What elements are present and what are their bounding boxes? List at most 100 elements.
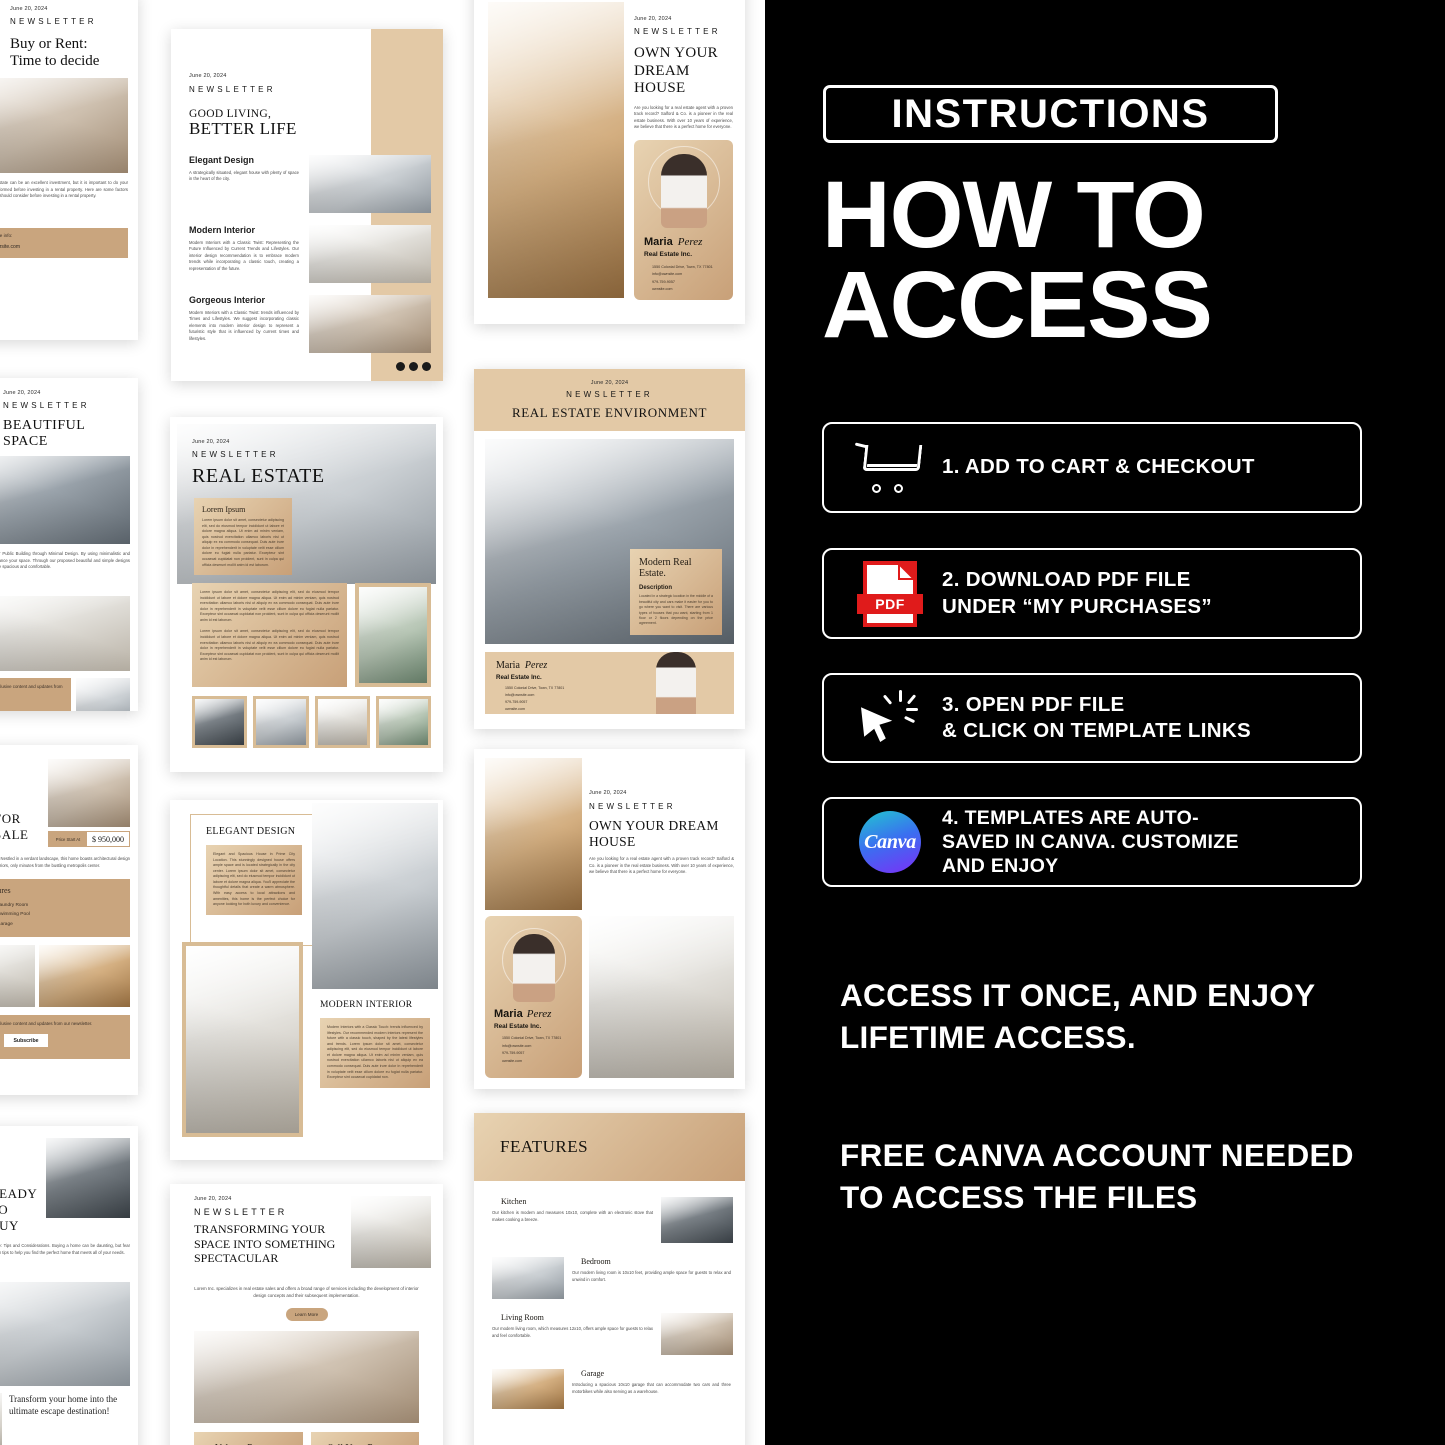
template-card-real-estate-lorem[interactable]: June 20, 2024 NEWSLETTER REAL ESTATE Lor… (170, 417, 443, 772)
card-title: REAL ESTATE (192, 465, 325, 487)
step-1-label: 1. ADD TO CART & CHECKOUT (942, 455, 1255, 479)
section-body: Modern Interiors with a Classic Twist: R… (189, 239, 299, 271)
heading-2: MODERN INTERIOR (320, 1000, 413, 1010)
agent-address: 1550 Colonial Drive, Town, TX 77801 (652, 264, 713, 269)
step-2-label-line-1: 2. DOWNLOAD PDF FILE (942, 568, 1191, 592)
agent-last-name: Perez (526, 1008, 552, 1020)
template-card-elegant-modern[interactable]: ELEGANT DESIGN Elegant and Spacious Hous… (170, 800, 443, 1160)
card-title-line1: Buy or Rent: (10, 36, 88, 52)
agent-website[interactable]: ownsite.com (644, 286, 713, 294)
template-card-transforming-space[interactable]: June 20, 2024 NEWSLETTER TRANSFORMING YO… (170, 1184, 443, 1445)
card-title: REAL ESTATE ENVIRONMENT (512, 404, 707, 420)
step-3-label: 3. OPEN PDF FILE & CLICK ON TEMPLATE LIN… (942, 692, 1251, 744)
card-photo-secondary (0, 1282, 130, 1386)
template-card-beautiful-space[interactable]: June 20, 2024 NEWSLETTER BEAUTIFUL SPACE… (0, 378, 138, 711)
step-4-label-line-3: AND ENJOY (942, 855, 1059, 878)
contact-label: Contact us for more info: (0, 232, 13, 238)
agent-first-name: Maria (644, 235, 673, 248)
step-3-open-pdf[interactable]: 3. OPEN PDF FILE & CLICK ON TEMPLATE LIN… (822, 673, 1362, 763)
contact-website[interactable]: yoursite.com (0, 263, 138, 268)
price-value: $ 950,000 (92, 834, 124, 844)
card-newsletter-label: NEWSLETTER (634, 27, 721, 36)
step-1-add-to-cart[interactable]: 1. ADD TO CART & CHECKOUT (822, 422, 1362, 513)
feature-desc: Our modern living room, which measures 1… (492, 1326, 653, 1338)
price-label: Price Start At (49, 832, 87, 846)
agent-phone[interactable]: 979-759-9057 (644, 279, 713, 287)
features-title: Property Features (0, 886, 11, 895)
card-body: Create a Beautiful Home or Public Buildi… (0, 551, 130, 569)
thumb-photo (314, 696, 370, 749)
template-card-features[interactable]: FEATURES Kitchen Our kitchen is modern a… (474, 1113, 745, 1445)
card-date: June 20, 2024 (634, 16, 672, 22)
card-photo (0, 456, 130, 544)
thumb-photo (192, 696, 248, 749)
card-photo (0, 78, 128, 174)
subscribe-button[interactable]: Subscribe (4, 1034, 48, 1048)
section-body: A strategically situated, elegant house … (189, 169, 299, 182)
agent-first-name: Maria (496, 660, 520, 671)
step-2-label-line-2: UNDER “MY PURCHASES” (942, 594, 1212, 618)
template-card-good-living[interactable]: June 20, 2024 NEWSLETTER GOOD LIVING, BE… (171, 29, 443, 381)
agent-email[interactable]: info@ownsite.com (502, 1043, 561, 1051)
template-gallery: June 20, 2024 NEWSLETTER Buy or Rent: Ti… (0, 0, 765, 1445)
facebook-icon[interactable] (396, 362, 405, 371)
card-photo-tertiary (39, 945, 130, 1007)
pdf-file-icon: PDF (838, 560, 942, 627)
step-3-label-line-2: & CLICK ON TEMPLATE LINKS (942, 719, 1251, 742)
subscribe-note: Subscribe to access exclusive content an… (0, 1021, 93, 1026)
card-body: Are you looking for a real estate agent … (589, 856, 734, 875)
card-newsletter-label: NEWSLETTER (194, 1207, 288, 1217)
template-card-real-estate-environment[interactable]: June 20, 2024 NEWSLETTER REAL ESTATE ENV… (474, 369, 745, 729)
template-card-ready-to-buy[interactable]: READY TO BUY Are You Ready to Buy a Home… (0, 1126, 138, 1445)
pdf-badge-label: PDF (875, 595, 905, 612)
lifetime-access-copy: ACCESS IT ONCE, AND ENJOY LIFETIME ACCES… (840, 977, 1315, 1055)
photo-laundry (182, 942, 303, 1137)
feature-name: Kitchen (501, 1197, 527, 1206)
instructions-badge-label: INSTRUCTIONS (891, 92, 1210, 136)
contact-email[interactable]: hello@yoursite.com (0, 244, 120, 250)
features-column-2: Laundry Room Swimming Pool Garage (0, 901, 30, 929)
agent-phone[interactable]: 979-759-9057 (502, 1050, 561, 1058)
card-title: READY TO BUY (0, 1186, 37, 1233)
card-photo (351, 1196, 431, 1268)
card-title-line1: OWN YOUR DREAM (589, 818, 719, 833)
agent-email[interactable]: info@ownsite.com (644, 271, 713, 279)
feature-item: Laundry Room (0, 903, 29, 908)
card-photo (485, 758, 582, 910)
card-newsletter-label: NEWSLETTER (589, 802, 676, 811)
feature-photo (492, 1369, 564, 1409)
agent-avatar (660, 153, 707, 228)
youtube-icon[interactable] (422, 362, 431, 371)
card-body: Are you looking for a real estate agent … (634, 104, 733, 130)
agent-address: 1550 Colonial Drive, Town, TX 77801 (502, 1036, 562, 1040)
agent-first-name: Maria (494, 1008, 523, 1020)
shopping-cart-icon (838, 441, 942, 494)
learn-more-button[interactable]: Learn More (285, 1307, 328, 1321)
canva-logo-icon: Canva (838, 811, 942, 873)
card-date: June 20, 2024 (3, 390, 41, 396)
card-newsletter-label: NEWSLETTER (192, 450, 279, 459)
card-title-line2: DREAM HOUSE (634, 62, 690, 97)
template-card-for-sale[interactable]: FOR SALE Price Start At $ 950,000 Just 3… (0, 745, 138, 1095)
feature-name: Bedroom (581, 1257, 611, 1266)
card-newsletter-label: NEWSLETTER (3, 401, 90, 410)
agent-avatar (512, 934, 555, 1002)
template-card-own-dream-house-wide[interactable]: June 20, 2024 NEWSLETTER OWN YOUR DREAM … (474, 749, 745, 1089)
agent-last-name: Perez (524, 660, 548, 671)
paragraph-2: Lorem ipsum dolor sit amet, consectetur … (200, 629, 339, 662)
step-4-canva-autosave[interactable]: Canva 4. TEMPLATES ARE AUTO- SAVED IN CA… (822, 797, 1362, 887)
instagram-icon[interactable] (409, 362, 418, 371)
agent-company: Real Estate Inc. (494, 1023, 542, 1030)
overlay-heading-line1: Modern Real (639, 557, 692, 568)
step-2-download-pdf[interactable]: PDF 2. DOWNLOAD PDF FILE UNDER “MY PURCH… (822, 548, 1362, 639)
card-title-line2: HOUSE (589, 834, 636, 850)
body-2: Modern Interiors with a Classic Touch: t… (327, 1025, 423, 1080)
agent-website[interactable]: ownsite.com (502, 1058, 561, 1066)
section-body: Modern Interiors with a Classic Twist: t… (189, 309, 299, 341)
card-photo-secondary (194, 1330, 419, 1423)
template-card-own-dream-house-portrait[interactable]: June 20, 2024 NEWSLETTER OWN YOUR DREAM … (474, 0, 745, 324)
feature-photo (492, 1257, 564, 1299)
card-date: June 20, 2024 (589, 790, 627, 796)
template-card-buy-or-rent[interactable]: June 20, 2024 NEWSLETTER Buy or Rent: Ti… (0, 0, 138, 340)
card-body: Lorem Inc. specializes in real estate sa… (194, 1286, 419, 1298)
